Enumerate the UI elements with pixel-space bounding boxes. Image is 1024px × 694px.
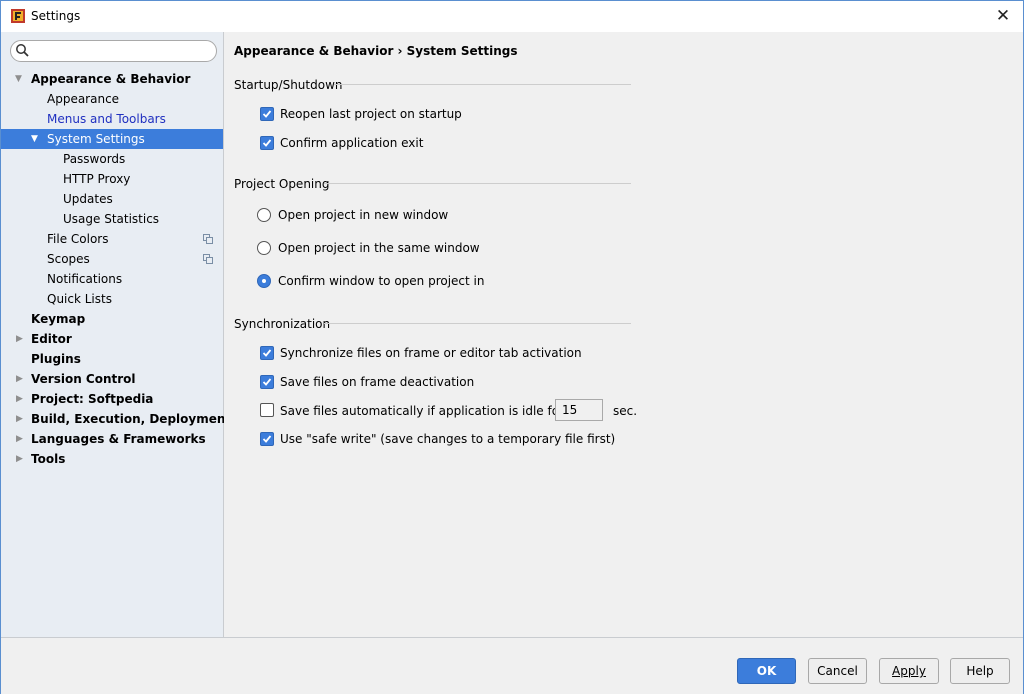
sidebar-item-label: Version Control — [31, 372, 136, 386]
project-opening-group-title: Project Opening — [234, 177, 330, 191]
sidebar-item-label: Updates — [63, 192, 113, 206]
group-divider — [324, 183, 631, 184]
sidebar-item-version-control[interactable]: ▶ Version Control — [1, 369, 223, 389]
sidebar-item-label: Languages & Frameworks — [31, 432, 206, 446]
sidebar-item-updates[interactable]: Updates — [1, 189, 223, 209]
idle-seconds-input[interactable]: 15 — [555, 399, 603, 421]
synchronization-group-title: Synchronization — [234, 317, 331, 331]
expanded-arrow-icon[interactable]: ▼ — [15, 69, 25, 89]
sidebar-item-label: Scopes — [47, 252, 90, 266]
search-input[interactable] — [10, 40, 217, 62]
sidebar-item-keymap[interactable]: Keymap — [1, 309, 223, 329]
sidebar-item-label: Plugins — [31, 352, 81, 366]
autosave-idle-checkbox[interactable] — [260, 403, 274, 417]
sync-frame-checkbox[interactable] — [260, 346, 274, 360]
sidebar-item-passwords[interactable]: Passwords — [1, 149, 223, 169]
settings-sidebar: ▼ Appearance & Behavior Appearance Menus… — [1, 32, 231, 637]
sidebar-item-file-colors[interactable]: File Colors — [1, 229, 223, 249]
collapsed-arrow-icon[interactable]: ▶ — [16, 409, 26, 429]
app-icon — [11, 9, 25, 23]
breadcrumb: Appearance & Behavior › System Settings — [234, 44, 518, 58]
title-bar: Settings ✕ — [1, 1, 1023, 32]
help-button[interactable]: Help — [950, 658, 1010, 684]
collapsed-arrow-icon[interactable]: ▶ — [16, 369, 26, 389]
collapsed-arrow-icon[interactable]: ▶ — [16, 389, 26, 409]
sidebar-item-label: Keymap — [31, 312, 86, 326]
open-same-window-label[interactable]: Open project in the same window — [278, 241, 480, 255]
sidebar-item-tools[interactable]: ▶ Tools — [1, 449, 223, 469]
save-deactivation-checkbox[interactable] — [260, 375, 274, 389]
ok-button[interactable]: OK — [737, 658, 796, 684]
sidebar-item-appearance[interactable]: Appearance — [1, 89, 223, 109]
sidebar-item-scopes[interactable]: Scopes — [1, 249, 223, 269]
confirm-exit-label[interactable]: Confirm application exit — [280, 136, 423, 150]
confirm-exit-checkbox[interactable] — [260, 136, 274, 150]
sidebar-item-languages[interactable]: ▶ Languages & Frameworks — [1, 429, 223, 449]
autosave-idle-label[interactable]: Save files automatically if application … — [280, 404, 564, 418]
apply-button-label: Apply — [892, 664, 926, 678]
sidebar-item-label: Notifications — [47, 272, 123, 286]
sidebar-item-label: Quick Lists — [47, 292, 112, 306]
sidebar-item-label: System Settings — [47, 132, 145, 146]
close-icon[interactable]: ✕ — [993, 6, 1013, 26]
sidebar-item-label: Project: Softpedia — [31, 392, 154, 406]
sidebar-item-label: File Colors — [47, 232, 109, 246]
sidebar-item-usage-statistics[interactable]: Usage Statistics — [1, 209, 223, 229]
reopen-last-project-checkbox[interactable] — [260, 107, 274, 121]
open-new-window-radio[interactable] — [257, 208, 271, 222]
sidebar-item-label: Appearance — [47, 92, 120, 106]
sidebar-item-label: Build, Execution, Deployment — [31, 412, 232, 426]
reopen-last-project-label[interactable]: Reopen last project on startup — [280, 107, 462, 121]
settings-window: Settings ✕ ▼ Appearance & Behavior Appea… — [0, 0, 1024, 694]
search-icon — [16, 44, 29, 57]
confirm-window-radio[interactable] — [257, 274, 271, 288]
sidebar-item-system-settings[interactable]: ▼ System Settings — [1, 129, 223, 149]
sidebar-item-quick-lists[interactable]: Quick Lists — [1, 289, 223, 309]
collapsed-arrow-icon[interactable]: ▶ — [16, 449, 26, 469]
sidebar-item-editor[interactable]: ▶ Editor — [1, 329, 223, 349]
sidebar-item-appearance-behavior[interactable]: ▼ Appearance & Behavior — [1, 69, 223, 89]
safe-write-label[interactable]: Use "safe write" (save changes to a temp… — [280, 432, 615, 446]
group-divider — [334, 84, 631, 85]
collapsed-arrow-icon[interactable]: ▶ — [16, 329, 26, 349]
window-title: Settings — [31, 9, 81, 23]
collapsed-arrow-icon[interactable]: ▶ — [16, 429, 26, 449]
sync-frame-label[interactable]: Synchronize files on frame or editor tab… — [280, 346, 582, 360]
sidebar-item-project[interactable]: ▶ Project: Softpedia — [1, 389, 223, 409]
save-deactivation-label[interactable]: Save files on frame deactivation — [280, 375, 474, 389]
sidebar-item-plugins[interactable]: Plugins — [1, 349, 223, 369]
idle-seconds-unit: sec. — [613, 404, 638, 418]
safe-write-checkbox[interactable] — [260, 432, 274, 446]
sidebar-item-label: Appearance & Behavior — [31, 72, 191, 86]
sidebar-item-label: Editor — [31, 332, 72, 346]
startup-group-title: Startup/Shutdown — [234, 78, 343, 92]
sidebar-item-http-proxy[interactable]: HTTP Proxy — [1, 169, 223, 189]
dialog-footer: OK Cancel Apply Help — [1, 637, 1023, 694]
project-settings-icon — [203, 254, 213, 264]
open-new-window-label[interactable]: Open project in new window — [278, 208, 448, 222]
confirm-window-label[interactable]: Confirm window to open project in — [278, 274, 484, 288]
sidebar-item-label: Tools — [31, 452, 66, 466]
sidebar-item-label: Passwords — [63, 152, 126, 166]
open-same-window-radio[interactable] — [257, 241, 271, 255]
sidebar-item-notifications[interactable]: Notifications — [1, 269, 223, 289]
sidebar-item-menus-toolbars[interactable]: Menus and Toolbars — [1, 109, 223, 129]
cancel-button[interactable]: Cancel — [808, 658, 867, 684]
settings-content: Appearance & Behavior › System Settings … — [224, 32, 1023, 637]
sidebar-item-label: Usage Statistics — [63, 212, 160, 226]
group-divider — [324, 323, 631, 324]
project-settings-icon — [203, 234, 213, 244]
sidebar-item-label: HTTP Proxy — [63, 172, 131, 186]
apply-button[interactable]: Apply — [879, 658, 939, 684]
sidebar-item-build[interactable]: ▶ Build, Execution, Deployment — [1, 409, 231, 429]
expanded-arrow-icon[interactable]: ▼ — [31, 129, 41, 149]
sidebar-item-label: Menus and Toolbars — [47, 112, 166, 126]
